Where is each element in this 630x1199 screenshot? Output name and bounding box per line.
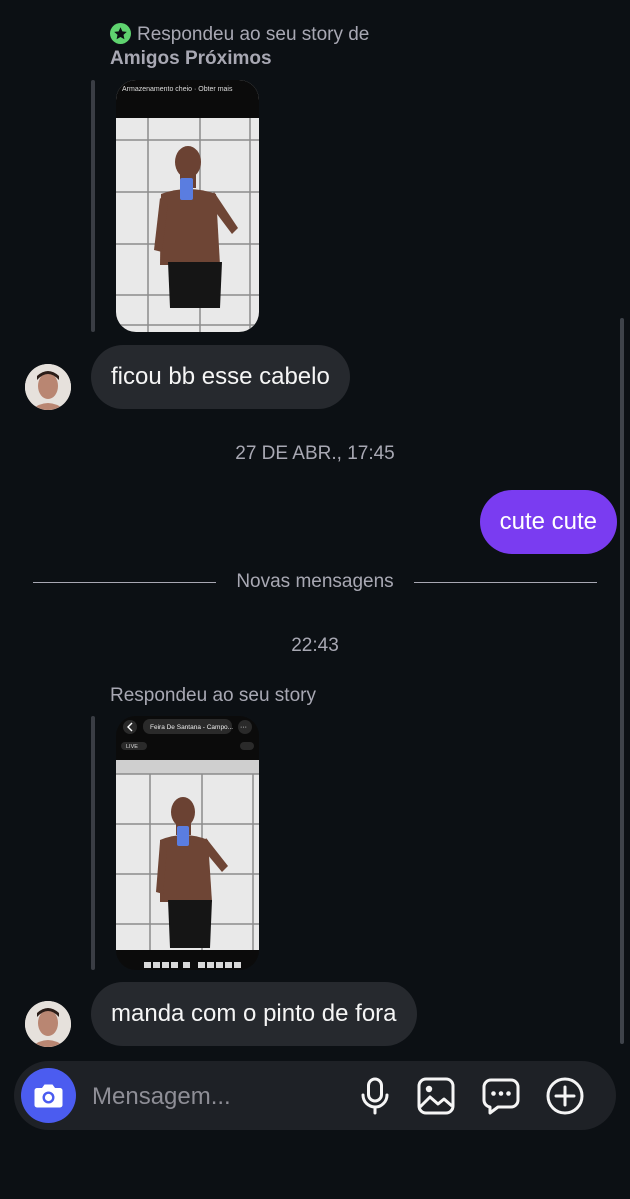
- quote-bar: [91, 716, 95, 970]
- incoming-message-bubble[interactable]: ficou bb esse cabelo: [91, 345, 350, 409]
- sticker-button[interactable]: [481, 1076, 521, 1116]
- message-timestamp: 22:43: [291, 635, 339, 656]
- chat-scrollbar[interactable]: [620, 318, 624, 1044]
- story-reply-header: Respondeu ao seu story: [110, 685, 316, 706]
- quote-bar: [91, 80, 95, 332]
- camera-button[interactable]: [21, 1068, 76, 1123]
- more-options-button[interactable]: [545, 1076, 585, 1116]
- new-messages-divider: Novas mensagens: [236, 571, 394, 592]
- story-reply-header-close-friends: Respondeu ao seu story de Amigos Próximo…: [110, 23, 490, 71]
- story-reply-header-text: Respondeu ao seu story de: [137, 24, 370, 45]
- svg-text:···: ···: [240, 724, 247, 731]
- close-friends-star-icon: [110, 23, 131, 44]
- story-thumbnail[interactable]: Armazenamento cheio · Obter mais: [116, 80, 259, 332]
- thumbnail-status-text: Armazenamento cheio · Obter mais: [122, 86, 233, 93]
- gallery-icon: [417, 1077, 455, 1115]
- sender-avatar[interactable]: [25, 1001, 71, 1047]
- story-photo-image: Armazenamento cheio · Obter mais: [116, 80, 259, 332]
- incoming-message-bubble[interactable]: manda com o pinto de fora: [91, 982, 417, 1046]
- message-timestamp: 27 DE ABR., 17:45: [235, 443, 395, 464]
- camera-icon: [34, 1084, 63, 1108]
- sender-avatar[interactable]: [25, 364, 71, 410]
- thumbnail-live-badge: LIVE: [126, 744, 138, 750]
- thumbnail-location-text: Feira De Santana - Campo...: [150, 724, 233, 731]
- sticker-chat-icon: [482, 1078, 520, 1115]
- story-thumbnail[interactable]: Feira De Santana - Campo... ··· LIVE: [116, 716, 259, 970]
- story-reply-header-audience: Amigos Próximos: [110, 48, 272, 69]
- outgoing-message-bubble[interactable]: cute cute: [479, 490, 617, 554]
- gallery-button[interactable]: [416, 1076, 456, 1116]
- microphone-icon: [361, 1077, 389, 1115]
- story-photo-image: Feira De Santana - Campo... ··· LIVE: [116, 716, 259, 970]
- plus-icon: [546, 1077, 584, 1115]
- voice-message-button[interactable]: [355, 1076, 395, 1116]
- message-input[interactable]: [90, 1078, 344, 1116]
